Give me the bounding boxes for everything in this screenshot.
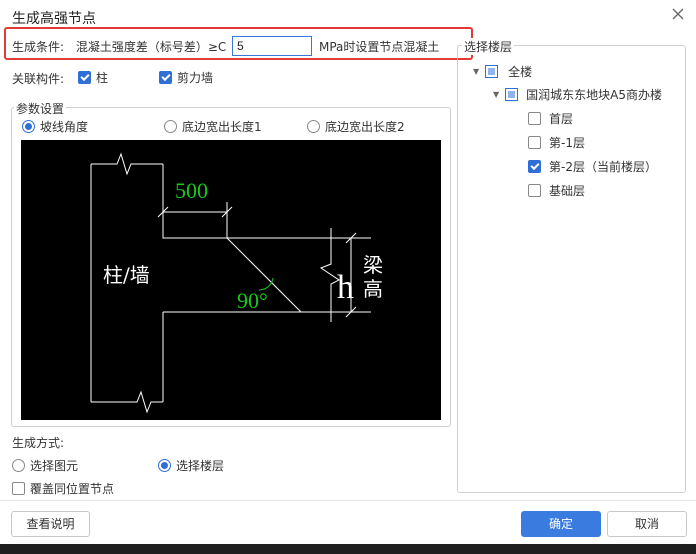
diagram-svg: 500 柱/墙 90° h 梁 高	[90, 152, 383, 414]
dialog-title: 生成高强节点	[12, 11, 96, 27]
mode-select-element[interactable]: 选择图元	[12, 457, 78, 474]
help-button[interactable]: 查看说明	[11, 511, 90, 537]
floor-item[interactable]: 第-1层	[528, 134, 585, 151]
column-label-text: 柱/墙	[103, 263, 150, 287]
generate-mode-title: 生成方式:	[12, 436, 65, 450]
params-title: 参数设置	[14, 100, 67, 117]
column-label: 柱	[96, 71, 109, 85]
overwrite-checkbox[interactable]	[12, 482, 25, 495]
floor-item[interactable]: 首层	[528, 110, 573, 127]
node-diagram: 500 柱/墙 90° h 梁 高	[21, 140, 441, 420]
angle-text: 90°	[237, 288, 268, 313]
floor-label: 第-2层（当前楼层）	[549, 160, 657, 174]
shearwall-checkbox-row[interactable]: 剪力墙	[159, 69, 213, 86]
width2-label: 底边宽出长度2	[325, 120, 405, 134]
root-partial-checkbox[interactable]	[485, 65, 499, 78]
width1-label: 底边宽出长度1	[182, 120, 262, 134]
floor-label: 第-1层	[549, 136, 585, 150]
option-width1[interactable]: 底边宽出长度1	[164, 118, 262, 135]
slope-angle-label: 坡线角度	[40, 120, 89, 134]
column-checkbox-row[interactable]: 柱	[78, 69, 108, 86]
width1-radio[interactable]	[164, 120, 177, 133]
floor-label: 基础层	[549, 184, 586, 198]
h-text: h	[337, 269, 354, 306]
beam-top-text: 梁	[363, 253, 383, 277]
option-width2[interactable]: 底边宽出长度2	[307, 118, 405, 135]
floor-item[interactable]: 第-2层（当前楼层）	[528, 158, 657, 175]
dim-500-text: 500	[175, 178, 208, 203]
overwrite-label: 覆盖同位置节点	[30, 482, 115, 496]
select-element-label: 选择图元	[30, 459, 79, 473]
tree-root[interactable]: ▼ 全楼	[473, 63, 532, 80]
slope-angle-radio[interactable]	[22, 120, 35, 133]
footer-divider	[0, 500, 696, 501]
column-bottom-break	[91, 390, 163, 414]
select-element-radio[interactable]	[12, 459, 25, 472]
mode-select-floor[interactable]: 选择楼层	[158, 457, 224, 474]
condition-row: 生成条件: 混凝土强度差（标号差）≥C	[12, 38, 226, 55]
floor-checkbox[interactable]	[528, 136, 541, 149]
expand-arrow-icon[interactable]: ▼	[473, 67, 479, 76]
shearwall-checkbox[interactable]	[159, 71, 172, 84]
width2-radio[interactable]	[307, 120, 320, 133]
condition-text: 混凝土强度差（标号差）≥C	[75, 40, 227, 54]
floor-label: 首层	[549, 112, 574, 126]
floor-checkbox[interactable]	[528, 184, 541, 197]
column-top-break	[91, 152, 163, 176]
condition-label: 生成条件:	[12, 40, 65, 54]
floor-group-title: 选择楼层	[462, 38, 515, 55]
floor-item[interactable]: 基础层	[528, 182, 585, 199]
floor-checkbox[interactable]	[528, 112, 541, 125]
expand-arrow-icon[interactable]: ▼	[493, 90, 499, 99]
project-label: 国润城东东地块A5商办楼	[526, 88, 663, 102]
select-floor-radio[interactable]	[158, 459, 171, 472]
condition-unit: MPa时设置节点混凝土	[319, 40, 440, 54]
overwrite-row[interactable]: 覆盖同位置节点	[12, 480, 114, 497]
floor-checkbox[interactable]	[528, 160, 541, 173]
column-checkbox[interactable]	[78, 71, 91, 84]
root-label: 全楼	[508, 65, 533, 79]
cancel-button[interactable]: 取消	[607, 511, 687, 537]
project-partial-checkbox[interactable]	[505, 88, 519, 101]
related-label: 关联构件:	[12, 72, 65, 86]
ok-button[interactable]: 确定	[521, 511, 601, 537]
select-floor-label: 选择楼层	[176, 459, 225, 473]
option-slope-angle[interactable]: 坡线角度	[22, 118, 88, 135]
close-icon[interactable]	[670, 6, 686, 22]
tree-project[interactable]: ▼ 国润城东东地块A5商办楼	[493, 86, 662, 103]
background-strip	[0, 544, 696, 554]
strength-diff-input[interactable]	[232, 36, 312, 56]
shearwall-label: 剪力墙	[177, 71, 214, 85]
beam-bottom-text: 高	[363, 277, 383, 301]
